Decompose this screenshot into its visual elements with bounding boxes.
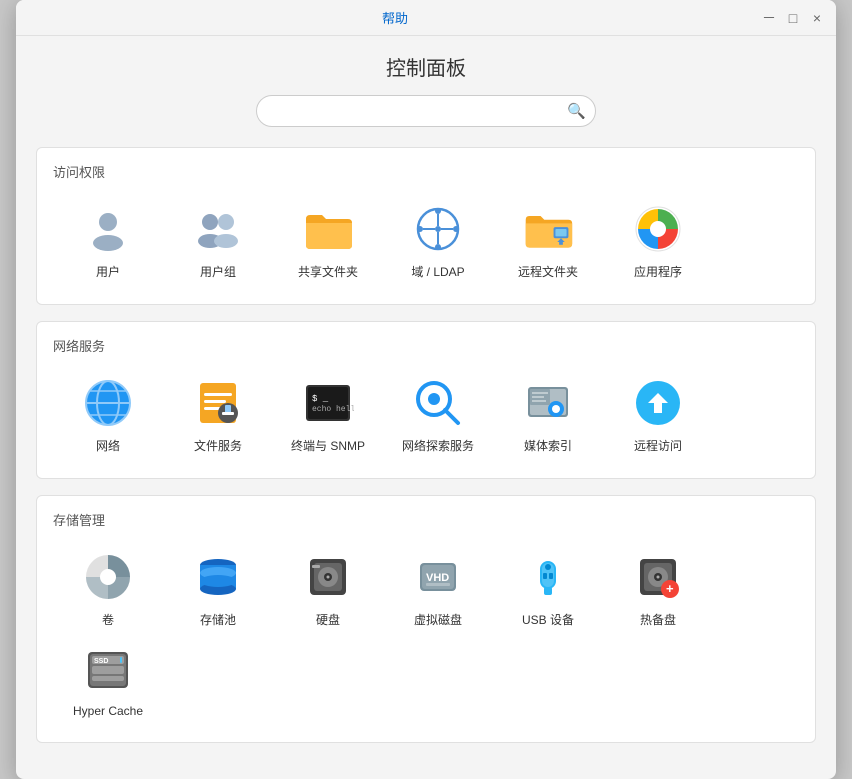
sidebar-item-network-discovery[interactable]: 网络探索服务 — [383, 369, 493, 462]
domain-ldap-icon — [412, 203, 464, 255]
sidebar-item-storage-pool[interactable]: 存储池 — [163, 543, 273, 636]
search-input-wrap: 🔍 — [256, 95, 596, 127]
sidebar-item-usb-device[interactable]: USB 设备 — [493, 543, 603, 636]
hot-spare-label: 热备盘 — [640, 611, 676, 628]
terminal-snmp-label: 终端与 SNMP — [291, 437, 365, 454]
virtual-disk-label: 虚拟磁盘 — [414, 611, 462, 628]
sidebar-item-disk[interactable]: 硬盘 — [273, 543, 383, 636]
file-service-icon — [192, 377, 244, 429]
access-grid: 用户 用户组 — [53, 195, 799, 288]
storage-grid: 卷 存储池 — [53, 543, 799, 726]
section-storage-title: 存储管理 — [53, 510, 799, 529]
usergroup-label: 用户组 — [200, 263, 236, 280]
network-discovery-icon — [412, 377, 464, 429]
sidebar-item-remote-access[interactable]: 远程访问 — [603, 369, 713, 462]
media-index-label: 媒体索引 — [524, 437, 572, 454]
hot-spare-icon: + — [632, 551, 684, 603]
remote-folder-label: 远程文件夹 — [518, 263, 578, 280]
svg-text:+: + — [666, 581, 674, 596]
window-controls: － □ × — [762, 11, 824, 25]
network-discovery-label: 网络探索服务 — [402, 437, 474, 454]
sidebar-item-virtual-disk[interactable]: VHD 虚拟磁盘 — [383, 543, 493, 636]
sidebar-item-user[interactable]: 用户 — [53, 195, 163, 288]
domain-ldap-label: 域 / LDAP — [411, 263, 464, 280]
svg-text:echo hello: echo hello — [312, 405, 354, 414]
sidebar-item-application[interactable]: 应用程序 — [603, 195, 713, 288]
sidebar-item-file-service[interactable]: 文件服务 — [163, 369, 273, 462]
shared-folder-label: 共享文件夹 — [298, 263, 358, 280]
storage-pool-icon — [192, 551, 244, 603]
network-icon — [82, 377, 134, 429]
virtual-disk-icon: VHD — [412, 551, 464, 603]
content-area: 控制面板 🔍 访问权限 用户 — [16, 36, 836, 779]
network-grid: 网络 文件服务 — [53, 369, 799, 462]
restore-button[interactable]: □ — [786, 11, 800, 25]
disk-label: 硬盘 — [316, 611, 340, 628]
svg-text:SSD: SSD — [94, 658, 108, 665]
sidebar-item-hyper-cache[interactable]: SSD Hyper Cache — [53, 636, 163, 726]
sidebar-item-domain-ldap[interactable]: 域 / LDAP — [383, 195, 493, 288]
section-access-title: 访问权限 — [53, 162, 799, 181]
usergroup-icon — [192, 203, 244, 255]
page-title: 控制面板 — [36, 52, 816, 81]
hyper-cache-label: Hyper Cache — [73, 704, 143, 718]
file-service-label: 文件服务 — [194, 437, 242, 454]
sidebar-item-shared-folder[interactable]: 共享文件夹 — [273, 195, 383, 288]
sidebar-item-volume[interactable]: 卷 — [53, 543, 163, 636]
shared-folder-icon — [302, 203, 354, 255]
close-button[interactable]: × — [810, 11, 824, 25]
media-index-icon — [522, 377, 574, 429]
usb-device-label: USB 设备 — [522, 611, 574, 628]
minimize-button[interactable]: － — [762, 11, 776, 25]
sidebar-item-terminal-snmp[interactable]: $ _ echo hello 终端与 SNMP — [273, 369, 383, 462]
hyper-cache-icon: SSD — [82, 644, 134, 696]
sidebar-item-remote-folder[interactable]: 远程文件夹 — [493, 195, 603, 288]
network-label: 网络 — [96, 437, 120, 454]
title-bar: 帮助 － □ × — [16, 0, 836, 36]
sidebar-item-media-index[interactable]: 媒体索引 — [493, 369, 603, 462]
user-icon — [82, 203, 134, 255]
user-label: 用户 — [96, 263, 120, 280]
search-icon: 🔍 — [567, 102, 586, 120]
remote-access-label: 远程访问 — [634, 437, 682, 454]
search-bar: 🔍 — [36, 95, 816, 127]
section-access: 访问权限 用户 — [36, 147, 816, 305]
section-network: 网络服务 网络 — [36, 321, 816, 479]
application-icon — [632, 203, 684, 255]
disk-icon — [302, 551, 354, 603]
remote-folder-icon — [522, 203, 574, 255]
section-network-title: 网络服务 — [53, 336, 799, 355]
section-storage: 存储管理 卷 — [36, 495, 816, 743]
application-label: 应用程序 — [634, 263, 682, 280]
remote-access-icon — [632, 377, 684, 429]
sidebar-item-network[interactable]: 网络 — [53, 369, 163, 462]
main-window: 帮助 － □ × 控制面板 🔍 访问权限 — [16, 0, 836, 779]
storage-pool-label: 存储池 — [200, 611, 236, 628]
svg-text:$ _: $ _ — [312, 394, 329, 404]
svg-text:VHD: VHD — [426, 572, 449, 584]
sidebar-item-hot-spare[interactable]: + 热备盘 — [603, 543, 713, 636]
volume-label: 卷 — [102, 611, 114, 628]
search-input[interactable] — [256, 95, 596, 127]
sidebar-item-usergroup[interactable]: 用户组 — [163, 195, 273, 288]
terminal-snmp-icon: $ _ echo hello — [302, 377, 354, 429]
usb-device-icon — [522, 551, 574, 603]
volume-icon — [82, 551, 134, 603]
help-link[interactable]: 帮助 — [382, 8, 408, 27]
